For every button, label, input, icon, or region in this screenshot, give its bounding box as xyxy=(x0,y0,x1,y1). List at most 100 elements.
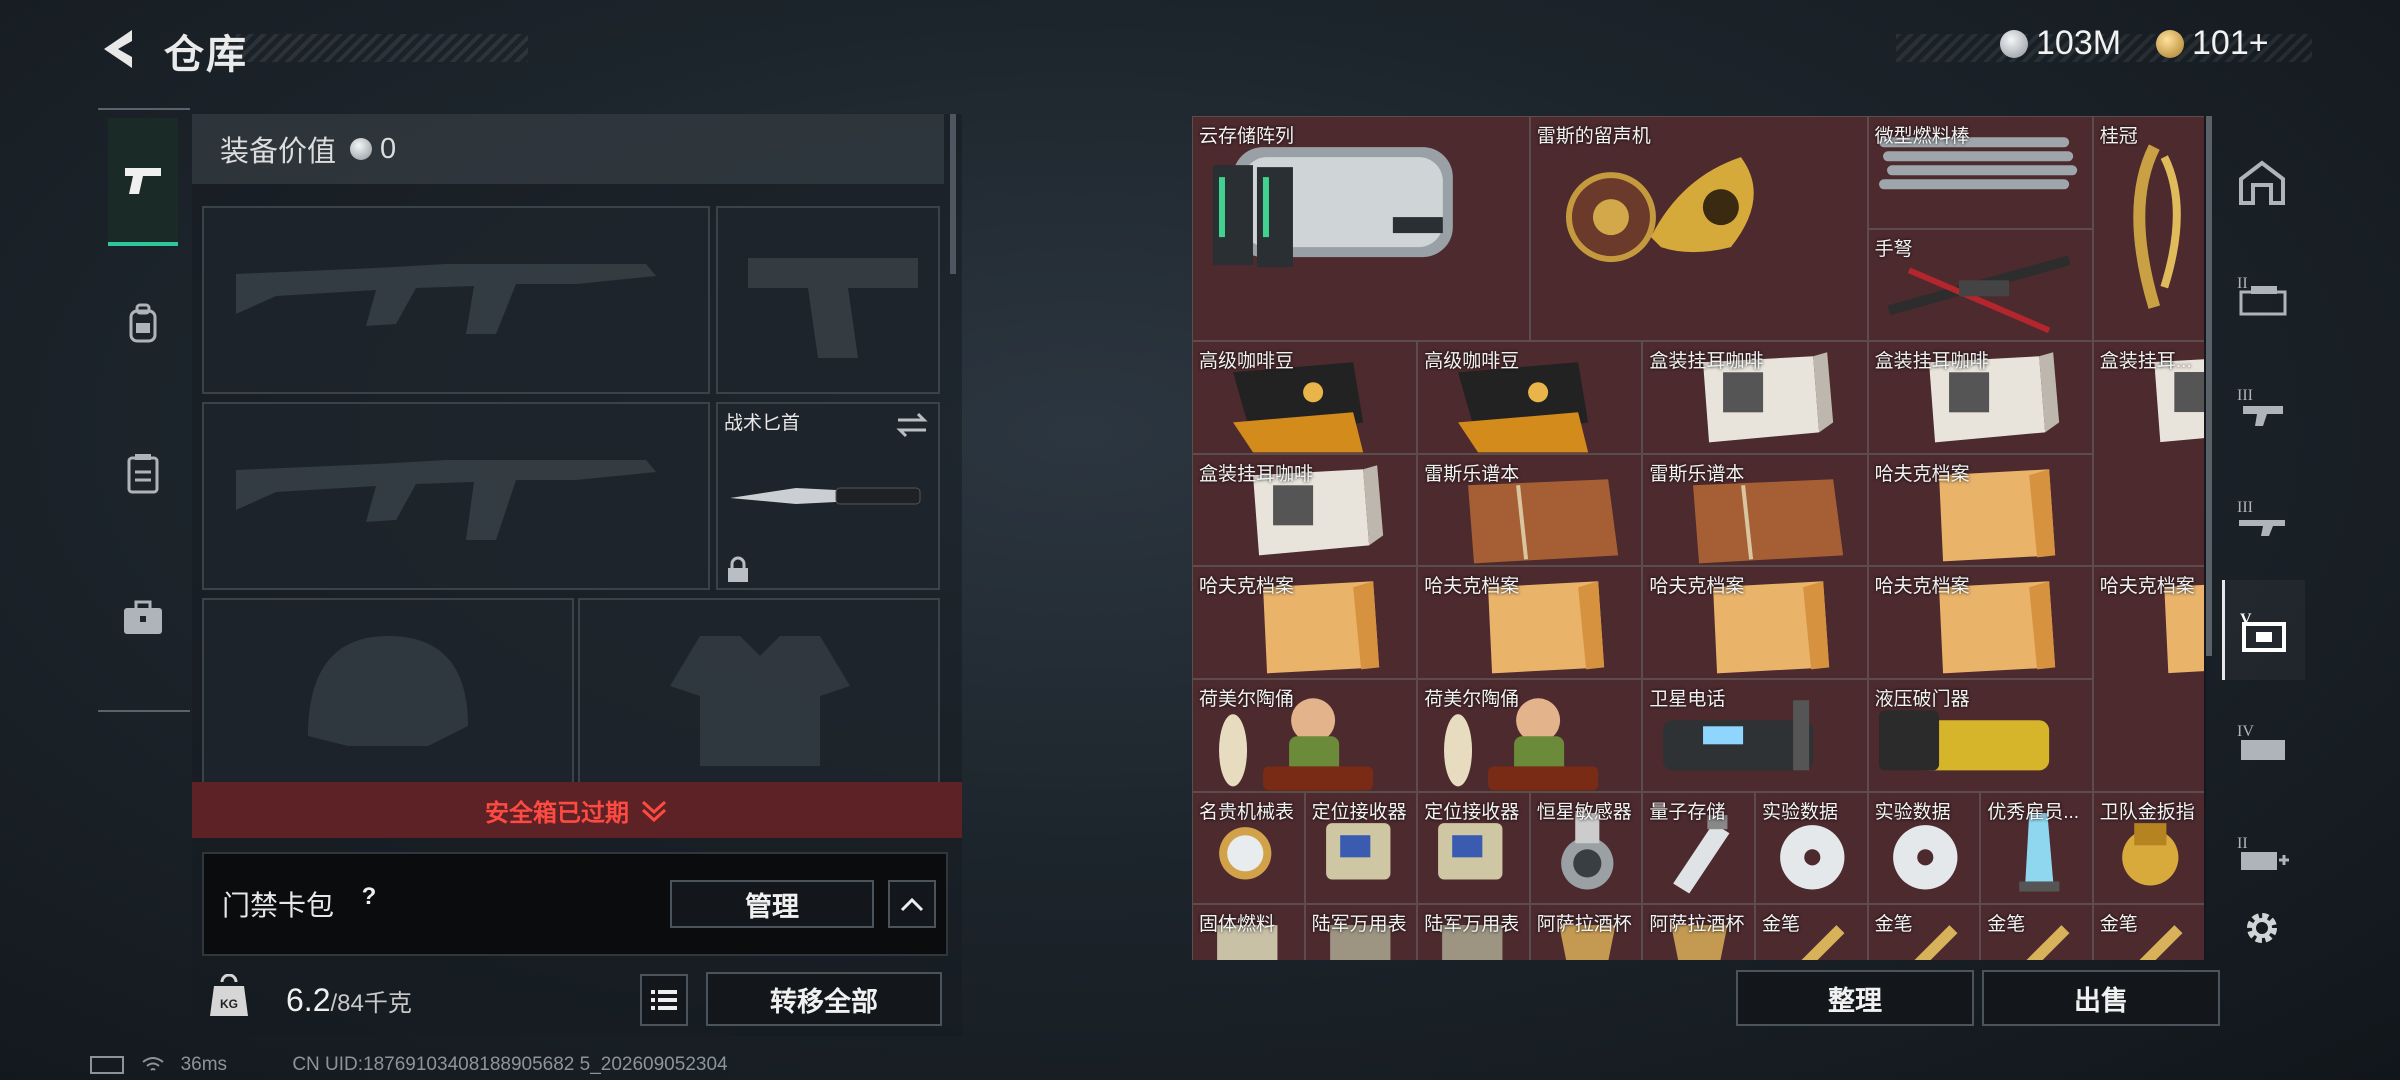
item-label: 优秀雇员... xyxy=(1987,801,2080,823)
melee-slot[interactable]: 战术匕首 xyxy=(716,402,940,590)
inventory-item[interactable]: 陆军万用表 xyxy=(1304,904,1418,960)
ping-text: 36ms xyxy=(180,1054,228,1075)
warehouse-tab-3a[interactable]: III xyxy=(2222,356,2302,456)
inventory-item[interactable]: 云存储阵列 xyxy=(1192,116,1530,342)
page-title: 仓库 xyxy=(164,33,248,77)
inventory-item[interactable]: 优秀雇员... xyxy=(1980,791,2093,905)
inventory-item[interactable]: 高级咖啡豆 xyxy=(1192,341,1418,454)
home-tab-icon xyxy=(2239,160,2285,205)
category-case[interactable] xyxy=(108,578,178,658)
manage-button[interactable]: 管理 xyxy=(670,880,874,928)
inventory-item[interactable]: 微型燃料棒 xyxy=(1867,116,2093,229)
inventory-item[interactable]: 金笔 xyxy=(1980,904,2093,960)
inventory-item[interactable]: 盒装挂耳咖啡 xyxy=(1642,341,1868,454)
inventory-item[interactable]: 雷斯乐谱本 xyxy=(1417,453,1643,567)
helmet-slot[interactable] xyxy=(202,598,574,792)
item-label: 陆军万用表 xyxy=(1311,914,1407,936)
primary-weapon-slot[interactable] xyxy=(202,206,710,394)
inventory-item[interactable]: 恒星敏感器 xyxy=(1529,791,1643,905)
item-label: 哈夫克档案 xyxy=(2099,576,2195,598)
help-icon[interactable]: ? xyxy=(354,882,384,912)
tab-add-icon: II xyxy=(2237,835,2289,870)
back-button[interactable] xyxy=(96,24,146,74)
inventory-item[interactable]: 雷斯乐谱本 xyxy=(1642,453,1868,567)
warehouse-tab-5[interactable]: V xyxy=(2222,580,2305,680)
item-label: 荷美尔陶俑 xyxy=(1199,689,1295,710)
list-view-button[interactable] xyxy=(640,974,688,1026)
inventory-item[interactable]: 卫星电话 xyxy=(1642,679,1868,792)
svg-text:II: II xyxy=(2237,275,2248,292)
inventory-item[interactable]: 哈夫克档案 xyxy=(1867,453,2093,567)
inventory-item[interactable]: 盒装挂耳... xyxy=(2092,341,2204,567)
item-label: 荷美尔陶俑 xyxy=(1424,689,1520,710)
armor-slot[interactable] xyxy=(578,598,940,792)
pistol-silhouette-icon xyxy=(748,258,918,358)
warehouse-tab-2[interactable]: II xyxy=(2222,244,2302,344)
inventory-item[interactable]: 盒装挂耳咖啡 xyxy=(1192,453,1418,567)
helmet-silhouette-icon xyxy=(308,636,468,746)
sell-button[interactable]: 出售 xyxy=(1982,970,2220,1026)
warehouse-tab-home[interactable] xyxy=(2222,132,2302,232)
category-backpack[interactable] xyxy=(108,284,178,364)
inventory-item[interactable]: 高级咖啡豆 xyxy=(1417,341,1643,454)
inventory-item[interactable]: 固体燃料 xyxy=(1192,904,1305,960)
inventory-item[interactable]: 阿萨拉酒杯 xyxy=(1642,904,1755,960)
inventory-item[interactable]: 金笔 xyxy=(1867,904,1981,960)
item-label: 高级咖啡豆 xyxy=(1199,351,1295,373)
inventory-item[interactable]: 陆军万用表 xyxy=(1417,904,1530,960)
inventory-item[interactable]: 哈夫克档案 xyxy=(2092,566,2204,792)
collapse-button[interactable] xyxy=(888,880,936,928)
currency-silver[interactable]: 103M xyxy=(2000,24,2121,63)
inventory-item[interactable]: 哈夫克档案 xyxy=(1642,566,1868,679)
inventory-item[interactable]: 哈夫克档案 xyxy=(1867,566,2093,679)
item-label: 液压破门器 xyxy=(1874,689,1970,710)
list-icon xyxy=(651,990,677,1010)
inventory-item[interactable]: 阿萨拉酒杯 xyxy=(1529,904,1643,960)
inventory-item[interactable]: 定位接收器 xyxy=(1417,791,1530,905)
inventory-scrollbar[interactable] xyxy=(2206,116,2212,656)
inventory-item[interactable]: 金笔 xyxy=(1755,904,1868,960)
knife-icon xyxy=(730,487,921,505)
swap-icon[interactable] xyxy=(894,412,930,438)
item-label: 量子存储 xyxy=(1649,801,1726,823)
inventory-item[interactable]: 金笔 xyxy=(2092,904,2204,960)
sort-button[interactable]: 整理 xyxy=(1736,970,1974,1026)
settings-button[interactable] xyxy=(2222,878,2302,978)
equipment-value: 0 xyxy=(380,132,397,165)
item-label: 盒装挂耳... xyxy=(2099,351,2192,373)
inventory-item[interactable]: 定位接收器 xyxy=(1304,791,1418,905)
inventory-item[interactable]: 荷美尔陶俑 xyxy=(1417,679,1643,792)
inventory-item[interactable]: 手弩 xyxy=(1867,228,2093,342)
category-weapon[interactable] xyxy=(108,118,178,246)
melee-label: 战术匕首 xyxy=(724,413,801,434)
pistol-slot[interactable] xyxy=(716,206,940,394)
transfer-all-button[interactable]: 转移全部 xyxy=(706,972,942,1026)
inventory-item[interactable]: 液压破门器 xyxy=(1867,679,2093,792)
inventory-item[interactable]: 哈夫克档案 xyxy=(1417,566,1643,679)
inventory-item[interactable]: 雷斯的留声机 xyxy=(1529,116,1868,342)
inventory-item[interactable]: 名贵机械表 xyxy=(1192,791,1305,905)
inventory-item[interactable]: 量子存储 xyxy=(1642,791,1755,905)
secondary-weapon-slot[interactable] xyxy=(202,402,710,590)
equipment-scrollbar[interactable] xyxy=(950,114,956,274)
item-label: 实验数据 xyxy=(1874,801,1951,823)
keycard-label: 门禁卡包 xyxy=(222,890,335,921)
inventory-item[interactable]: 荷美尔陶俑 xyxy=(1192,679,1418,792)
safebox-expired-banner[interactable]: 安全箱已过期 xyxy=(192,782,962,838)
tab-2-icon: II xyxy=(2237,275,2287,316)
inventory-item[interactable]: 桂冠 xyxy=(2092,116,2204,342)
warehouse-tab-3b[interactable]: III xyxy=(2222,468,2302,568)
inventory-item[interactable]: 实验数据 xyxy=(1755,791,1868,905)
inventory-item[interactable]: 哈夫克档案 xyxy=(1192,566,1418,679)
inventory-item[interactable]: 盒装挂耳咖啡 xyxy=(1867,341,2093,454)
keycard-bag: 门禁卡包 ? 管理 xyxy=(202,852,948,956)
inventory-item[interactable]: 实验数据 xyxy=(1867,791,1981,905)
inventory-item[interactable]: 卫队金扳指 xyxy=(2092,791,2204,905)
lock-icon xyxy=(728,556,748,582)
weight-readout: 6.2/84千克 xyxy=(286,982,412,1019)
category-vest[interactable] xyxy=(108,434,178,514)
currency-gold[interactable]: 101+ xyxy=(2156,24,2269,63)
gramophone-icon xyxy=(1565,157,1754,263)
weight-current: 6.2 xyxy=(286,982,331,1018)
warehouse-tab-4[interactable]: IV xyxy=(2222,692,2302,792)
